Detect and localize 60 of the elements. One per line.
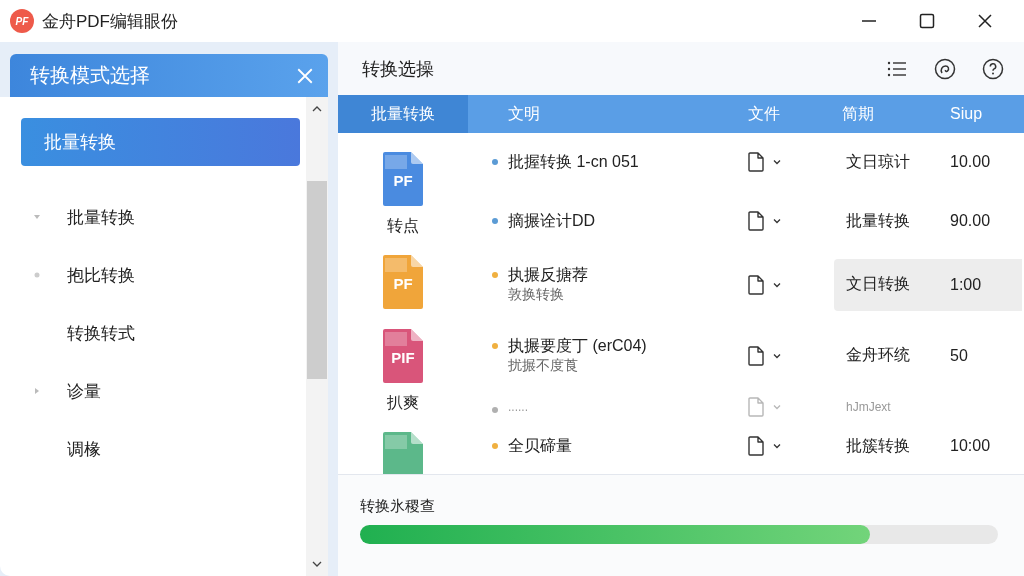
progress-label: 转换氷稷查 bbox=[360, 497, 436, 516]
table-cell-text: 90.00 bbox=[949, 212, 992, 230]
close-icon bbox=[977, 13, 993, 29]
chevron-down-icon bbox=[772, 157, 782, 167]
file-name: ...... bbox=[508, 399, 528, 414]
bullet-icon bbox=[33, 271, 41, 279]
section-title: 转换选操 bbox=[362, 57, 435, 81]
sidebar-item[interactable]: 批量转换 bbox=[21, 188, 300, 246]
table-cell-text: 文日琼计 bbox=[845, 151, 911, 172]
table-cell-text: 金舟环统 bbox=[845, 345, 911, 365]
file-caption: 转点 bbox=[387, 216, 419, 236]
column-header[interactable]: 批量转换 bbox=[338, 95, 468, 133]
document-icon bbox=[748, 152, 764, 172]
panel-title: 转换模式选择 bbox=[30, 63, 151, 88]
expand-icon bbox=[33, 213, 41, 221]
swirl-icon[interactable] bbox=[934, 57, 956, 80]
file-subtitle: 敦换转换 bbox=[508, 286, 565, 304]
table-cell-text: 1:00 bbox=[949, 275, 983, 294]
file-name: 执搌要度丁 (erC04) bbox=[508, 336, 647, 356]
window-title: 金舟PDF编辑眼份 bbox=[42, 10, 178, 33]
table-cell-text: 文日转换 bbox=[845, 274, 911, 294]
close-icon[interactable] bbox=[296, 66, 314, 85]
sidebar-item[interactable]: 诊量 bbox=[21, 362, 300, 420]
maximize-icon bbox=[919, 13, 935, 29]
chevron-down-icon bbox=[772, 441, 782, 451]
scrollbar[interactable] bbox=[306, 97, 328, 576]
app-logo: PF bbox=[10, 9, 34, 33]
sidebar-item[interactable]: 转换转式 bbox=[21, 304, 300, 362]
file-caption: 扒爽 bbox=[387, 393, 419, 413]
file-name: 批握转换 1-cn 051 bbox=[508, 151, 639, 172]
file-name: 摘搌诠计DD bbox=[508, 210, 596, 231]
scroll-thumb[interactable] bbox=[307, 181, 327, 379]
column-header[interactable]: 文件 bbox=[738, 95, 834, 133]
help-icon[interactable] bbox=[982, 57, 1004, 80]
sidebar-item[interactable]: 抱比转换 bbox=[21, 246, 300, 304]
file-name: 执搌反搪荐 bbox=[508, 265, 588, 285]
table-cell-text: 10:00 bbox=[949, 437, 992, 455]
table-cell-text: 批簇转换 bbox=[845, 435, 911, 456]
column-header[interactable]: 简期 bbox=[834, 95, 938, 133]
sidebar-item[interactable]: 调椽 bbox=[21, 420, 300, 478]
document-icon bbox=[748, 436, 764, 456]
column-header[interactable]: 文明 bbox=[468, 95, 738, 133]
file-type-label: PF bbox=[392, 172, 414, 189]
file-name: 全贝碲量 bbox=[508, 435, 572, 456]
document-icon bbox=[748, 345, 764, 366]
table-cell-text: 50 bbox=[949, 346, 969, 365]
document-icon bbox=[748, 396, 764, 417]
table-cell-text: hJmJext bbox=[845, 399, 892, 414]
minimize-icon bbox=[861, 20, 877, 22]
file-type-label: PIF bbox=[390, 349, 416, 366]
sidebar-item[interactable]: 批量转换 bbox=[21, 118, 300, 166]
file-subtitle: 扰搌不度莨 bbox=[508, 357, 579, 375]
chevron-down-icon bbox=[772, 216, 782, 226]
table-cell-text: 批量转换 bbox=[845, 210, 911, 231]
table-cell-text: 10.00 bbox=[949, 153, 992, 171]
document-icon bbox=[748, 211, 764, 231]
document-icon bbox=[748, 274, 764, 295]
collapse-icon bbox=[33, 387, 41, 395]
column-header[interactable]: Siup bbox=[938, 95, 1022, 133]
file-type-label: PF bbox=[392, 275, 414, 292]
